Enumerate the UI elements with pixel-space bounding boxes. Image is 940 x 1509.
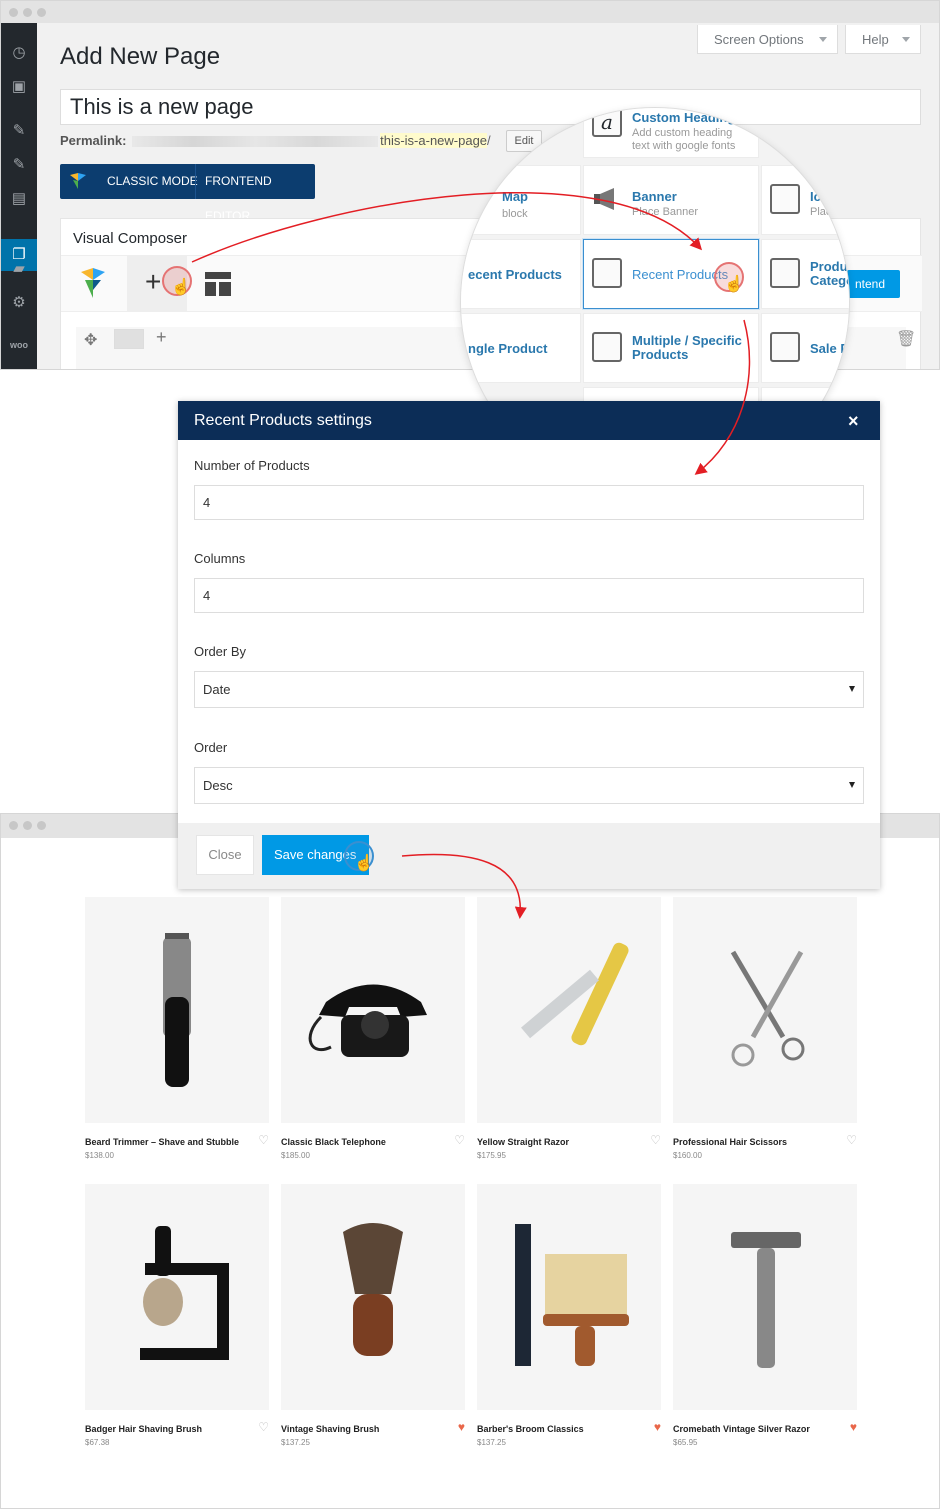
arrow-to-products [401, 853, 527, 919]
arrow-to-dialog [694, 319, 751, 475]
arrow-to-element-picker [191, 191, 703, 263]
flow-arrows [191, 191, 751, 919]
